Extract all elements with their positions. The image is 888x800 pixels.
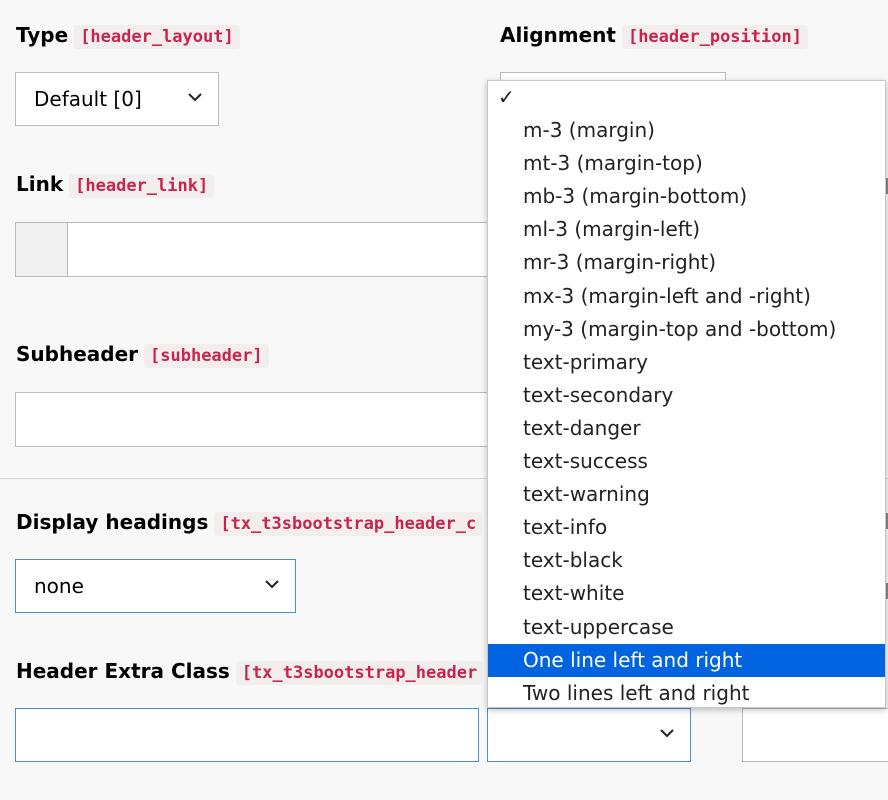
link-field-code: [header_link] (69, 174, 215, 198)
header-extra-class-field-code: [tx_t3sbootstrap_header (235, 661, 484, 685)
display-headings-label-text: Display headings (16, 510, 209, 534)
dropdown-option[interactable]: Two lines left and right (488, 677, 885, 707)
dropdown-option[interactable]: mx-3 (margin-left and -right) (488, 280, 885, 313)
dropdown-option[interactable]: text-uppercase (488, 611, 885, 644)
alignment-label-text: Alignment (500, 23, 616, 47)
alignment-dropdown-list[interactable]: ✓ m-3 (margin) mt-3 (margin-top) mb-3 (m… (487, 80, 886, 708)
type-select[interactable]: Default [0] (15, 72, 219, 126)
dropdown-option[interactable]: mr-3 (margin-right) (488, 246, 885, 279)
subheader-label: Subheader [subheader] (16, 341, 269, 369)
dropdown-option[interactable]: text-black (488, 544, 885, 577)
chevron-down-icon (660, 709, 674, 738)
display-headings-label: Display headings [tx_t3sbootstrap_header_… (16, 509, 483, 537)
dropdown-option[interactable]: text-secondary (488, 379, 885, 412)
header-extra-class-label: Header Extra Class [tx_t3sbootstrap_heade… (16, 658, 484, 686)
alignment-label: Alignment [header_position] (500, 22, 808, 50)
header-extra-class-label-text: Header Extra Class (16, 659, 230, 683)
chevron-down-icon (265, 560, 279, 589)
dropdown-option[interactable]: text-white (488, 577, 885, 610)
subheader-field-code: [subheader] (144, 344, 269, 368)
type-select-value: Default [0] (34, 87, 142, 111)
dropdown-option[interactable]: text-warning (488, 478, 885, 511)
link-label: Link [header_link] (16, 171, 215, 199)
dropdown-checkmark[interactable]: ✓ (488, 81, 885, 114)
type-label: Type [header_layout] (16, 22, 240, 50)
dropdown-option[interactable]: mt-3 (margin-top) (488, 147, 885, 180)
dropdown-option[interactable]: my-3 (margin-top and -bottom) (488, 313, 885, 346)
link-picker-button[interactable] (15, 222, 68, 277)
dropdown-option[interactable]: mb-3 (margin-bottom) (488, 180, 885, 213)
dropdown-option[interactable]: text-danger (488, 412, 885, 445)
alignment-field-code: [header_position] (621, 25, 808, 49)
extra-input-right[interactable] (742, 708, 888, 762)
display-headings-select[interactable]: none (15, 559, 296, 613)
dropdown-option[interactable]: m-3 (margin) (488, 114, 885, 147)
dropdown-option[interactable]: text-primary (488, 346, 885, 379)
display-headings-select-value: none (34, 574, 84, 598)
dropdown-option[interactable]: text-info (488, 511, 885, 544)
subheader-label-text: Subheader (16, 342, 139, 366)
dropdown-option[interactable]: text-success (488, 445, 885, 478)
type-label-text: Type (16, 23, 69, 47)
header-extra-class-select[interactable] (487, 708, 691, 762)
header-extra-class-input[interactable] (15, 708, 479, 762)
dropdown-option[interactable]: ml-3 (margin-left) (488, 213, 885, 246)
link-input[interactable] (67, 222, 507, 277)
subheader-input[interactable] (15, 392, 507, 447)
link-label-text: Link (16, 172, 64, 196)
dropdown-option-selected[interactable]: One line left and right (488, 643, 885, 677)
display-headings-field-code: [tx_t3sbootstrap_header_c (214, 512, 483, 536)
type-field-code: [header_layout] (74, 25, 240, 49)
chevron-down-icon (188, 73, 202, 102)
